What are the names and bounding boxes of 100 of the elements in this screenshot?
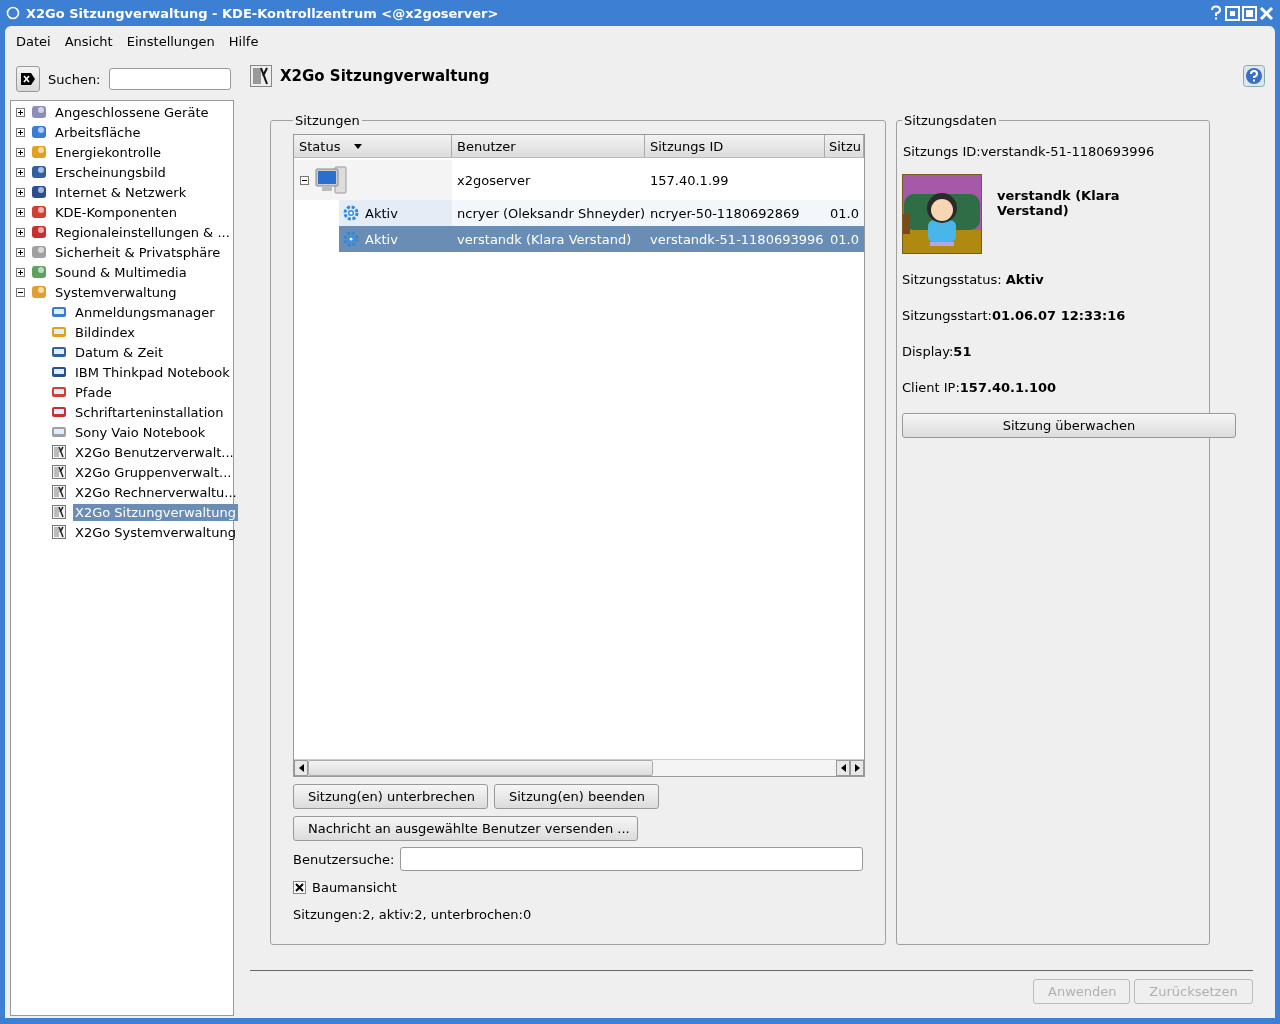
table-cell-text: ncryer-50-1180692869 — [649, 205, 801, 221]
module-icon — [31, 124, 47, 140]
tree-item[interactable]: Sicherheit & Privatsphäre — [53, 243, 223, 261]
send-message-button[interactable]: Nachricht an ausgewählte Benutzer versenden ... — [293, 816, 638, 841]
menu-item[interactable]: Einstellungen — [126, 34, 215, 49]
module-icon — [51, 404, 67, 420]
suspend-button[interactable]: Sitzung(en) unterbrechen — [293, 784, 488, 809]
expand-icon[interactable] — [16, 127, 25, 137]
module-icon — [51, 424, 67, 440]
window-title: X2Go Sitzungverwaltung - KDE-Kontrollzentrum <@x2goserver> — [26, 5, 500, 21]
collapse-icon[interactable] — [16, 287, 25, 297]
tree-item[interactable]: Sony Vaio Notebook — [73, 423, 208, 441]
column-header[interactable]: Benutzer — [452, 135, 645, 157]
tree-item[interactable]: Angeschlossene Geräte — [53, 103, 211, 121]
right-arrow-icon[interactable] — [854, 764, 860, 772]
group-title: Sitzungsdaten — [903, 113, 998, 128]
tree-item[interactable]: Sound & Multimedia — [53, 263, 189, 281]
tree-item[interactable]: Schriftarteninstallation — [73, 403, 226, 421]
module-icon — [51, 344, 67, 360]
tree-item[interactable]: Internet & Netzwerk — [53, 183, 189, 201]
expand-icon[interactable] — [16, 267, 25, 277]
module-icon — [31, 204, 47, 220]
left-arrow-icon[interactable] — [840, 764, 846, 772]
detail-line: Sitzungsstart:01.06.07 12:33:16 — [902, 308, 1127, 324]
expand-icon[interactable] — [16, 147, 25, 157]
tree-item[interactable]: X2Go Rechnerverwaltu... — [73, 483, 239, 501]
gear-icon — [343, 205, 359, 221]
terminate-button[interactable]: Sitzung(en) beenden — [494, 784, 659, 809]
gear-icon — [343, 231, 359, 247]
menu-item[interactable]: Datei — [16, 34, 51, 49]
tree-item[interactable]: Erscheinungsbild — [53, 163, 168, 181]
table-cell-text: 01.0 — [829, 205, 860, 221]
checkbox-label: Baumansicht — [312, 880, 397, 895]
module-icon — [51, 364, 67, 380]
user-search-field[interactable] — [400, 847, 863, 871]
horizontal-scrollbar[interactable] — [294, 759, 864, 776]
table-cell-text: ncryer (Oleksandr Shneyder) — [456, 205, 645, 221]
tree-item[interactable]: Systemverwaltung — [53, 283, 179, 301]
module-icon — [31, 264, 47, 280]
help-icon[interactable] — [1243, 65, 1265, 87]
tree-item[interactable]: Bildindex — [73, 323, 137, 341]
table-cell-text: 157.40.1.99 — [649, 172, 730, 188]
window-icon — [6, 6, 20, 20]
module-icon — [31, 244, 47, 260]
tree-item[interactable]: X2Go Systemverwaltung — [73, 523, 238, 541]
menu-item[interactable]: Ansicht — [64, 34, 113, 49]
expand-icon[interactable] — [16, 187, 25, 197]
clear-icon — [20, 72, 36, 86]
tree-item[interactable]: Energiekontrolle — [53, 143, 164, 161]
tree-item[interactable]: Pfade — [73, 383, 114, 401]
detail-line: Sitzungsstatus: Aktiv — [902, 272, 1045, 288]
tree-item[interactable]: Arbeitsfläche — [53, 123, 143, 141]
tree-item[interactable]: Datum & Zeit — [73, 343, 165, 361]
menu-item[interactable]: Hilfe — [228, 34, 259, 49]
monitor-button[interactable]: Sitzung überwachen — [902, 413, 1236, 438]
module-icon — [31, 224, 47, 240]
table-cell-text: verstandk (Klara Verstand) — [456, 231, 633, 247]
computer-icon — [315, 165, 347, 195]
module-icon — [31, 164, 47, 180]
expand-icon[interactable] — [16, 227, 25, 237]
column-header[interactable]: Sitzungs ID — [645, 135, 825, 157]
document-icon — [51, 464, 67, 480]
page-title: X2Go Sitzungverwaltung — [280, 67, 491, 85]
document-icon — [51, 524, 67, 540]
document-icon — [51, 484, 67, 500]
checkbox[interactable] — [293, 881, 306, 894]
expand-icon[interactable] — [16, 107, 25, 117]
tree-item[interactable]: Anmeldungsmanager — [73, 303, 217, 321]
detail-line: Display:51 — [902, 344, 973, 360]
module-icon — [31, 184, 47, 200]
table-cell: Aktiv — [365, 205, 398, 221]
tree-item[interactable]: X2Go Gruppenverwalt... — [73, 463, 234, 481]
column-header[interactable]: Status — [294, 135, 452, 157]
table-cell-text: x2goserver — [456, 172, 532, 188]
close-icon[interactable] — [1259, 5, 1274, 21]
restore-icon[interactable] — [1225, 5, 1240, 21]
module-icon — [51, 324, 67, 340]
help-icon[interactable] — [1209, 5, 1223, 21]
tree-item[interactable]: IBM Thinkpad Notebook — [73, 363, 232, 381]
expand-icon[interactable] — [16, 207, 25, 217]
table-cell-text: 01.0 — [829, 231, 860, 247]
tree-item[interactable]: Regionaleinstellungen & ... — [53, 223, 232, 241]
search-field[interactable] — [108, 68, 231, 90]
tree-item[interactable]: X2Go Benutzerverwalt... — [73, 443, 236, 461]
document-icon — [51, 444, 67, 460]
detail-line: Client IP:157.40.1.100 — [902, 380, 1058, 396]
expand-icon[interactable] — [16, 247, 25, 257]
tree-item[interactable]: KDE-Komponenten — [53, 203, 179, 221]
clear-search-button[interactable] — [16, 66, 40, 92]
sort-icon — [354, 143, 363, 149]
collapse-icon[interactable] — [300, 175, 309, 185]
module-icon — [31, 144, 47, 160]
left-arrow-icon[interactable] — [298, 764, 304, 772]
session-summary: Sitzungen:2, aktiv:2, unterbrochen:0 — [293, 907, 533, 922]
module-icon — [51, 384, 67, 400]
group-title: Sitzungen — [294, 113, 361, 128]
maximize-icon[interactable] — [1242, 5, 1257, 21]
user-search-label: Benutzersuche: — [293, 851, 395, 867]
column-header[interactable]: Sitzu — [825, 135, 864, 157]
expand-icon[interactable] — [16, 167, 25, 177]
